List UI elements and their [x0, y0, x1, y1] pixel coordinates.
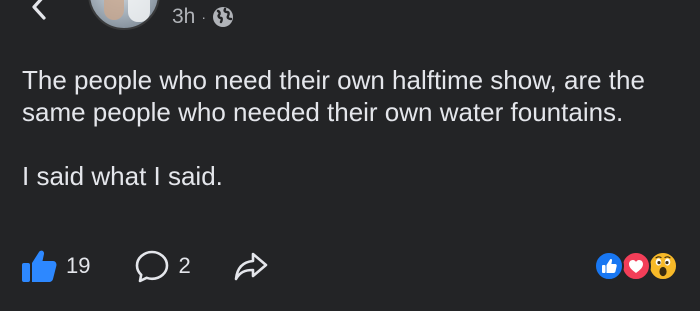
comment-count: 2: [178, 253, 191, 278]
wow-reaction-icon: [648, 251, 678, 281]
action-bar: 19 2: [20, 246, 269, 286]
globe-icon[interactable]: [212, 6, 234, 28]
love-reaction-icon: [621, 251, 651, 281]
post-screen: 3h · The people who need their own halft…: [0, 0, 700, 311]
post-timestamp[interactable]: 3h: [172, 5, 195, 29]
post-paragraph: The people who need their own halftime s…: [22, 65, 645, 127]
like-reaction-icon: [594, 251, 624, 281]
chevron-left-icon[interactable]: [26, 0, 52, 20]
avatar-photo-figure: [128, 0, 150, 22]
post-body: The people who need their own halftime s…: [22, 64, 682, 192]
meta-separator: ·: [201, 9, 207, 25]
avatar-photo-figure: [104, 0, 124, 20]
share-button[interactable]: [233, 250, 269, 282]
post-paragraph: I said what I said.: [22, 161, 223, 191]
comment-button[interactable]: 2: [134, 249, 191, 283]
post-meta: 3h ·: [172, 4, 234, 30]
like-button[interactable]: 19: [20, 248, 90, 284]
share-arrow-icon: [234, 252, 268, 281]
reaction-summary[interactable]: [594, 250, 678, 282]
like-count: 19: [66, 253, 91, 278]
thumbs-up-icon: [22, 250, 57, 282]
comment-bubble-icon: [136, 250, 169, 283]
avatar[interactable]: [88, 0, 160, 30]
